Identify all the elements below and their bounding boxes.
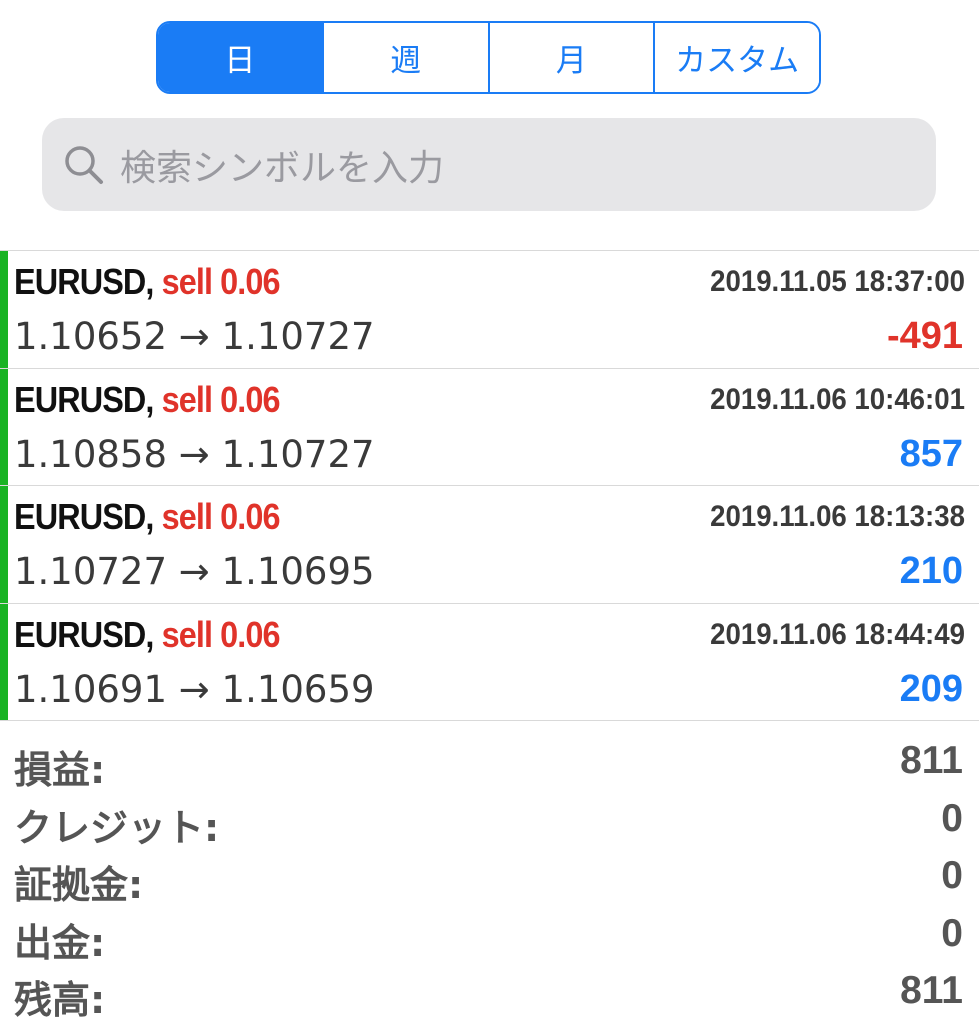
- trade-history-list: EURUSD, sell 0.06 2019.11.05 18:37:00 1.…: [0, 250, 979, 721]
- summary-row-credit: クレジット: 0: [0, 793, 979, 851]
- summary-value: 811: [900, 969, 963, 1012]
- trade-prices: 1.10858 → 1.10727: [14, 432, 375, 476]
- summary-label: 損益:: [14, 748, 106, 792]
- summary-label: 残高:: [14, 978, 106, 1022]
- position-indicator-bar: [0, 368, 8, 485]
- summary-row-withdrawal: 出金: 0: [0, 908, 979, 966]
- summary-label: 証拠金:: [14, 863, 144, 907]
- summary-row-balance: 残高: 811: [0, 965, 979, 1023]
- trade-row[interactable]: EURUSD, sell 0.06 2019.11.06 10:46:01 1.…: [0, 368, 979, 486]
- summary-label: 出金:: [14, 920, 106, 965]
- trade-row[interactable]: EURUSD, sell 0.06 2019.11.05 18:37:00 1.…: [0, 251, 979, 369]
- trade-prices: 1.10691 → 1.10659: [14, 667, 375, 711]
- trade-header: EURUSD, sell 0.06: [14, 613, 281, 656]
- position-indicator-bar: [0, 486, 8, 603]
- symbol-search-input[interactable]: 検索シンボルを入力: [42, 118, 936, 211]
- trade-symbol: EURUSD,: [14, 613, 154, 655]
- trade-profit: 209: [899, 667, 963, 710]
- trade-side-volume: sell 0.06: [161, 496, 281, 537]
- trade-prices: 1.10652 → 1.10727: [14, 315, 375, 358]
- trade-profit: 210: [899, 550, 963, 592]
- trade-time: 2019.11.05 18:37:00: [710, 265, 965, 298]
- trade-time: 2019.11.06 18:44:49: [710, 617, 965, 651]
- summary-value: 0: [941, 911, 963, 955]
- search-icon: [62, 143, 106, 187]
- tab-custom[interactable]: カスタム: [653, 23, 819, 92]
- summary-label: クレジット:: [14, 805, 220, 850]
- summary-value: 0: [941, 796, 963, 840]
- summary-value: 0: [941, 854, 963, 897]
- trade-symbol: EURUSD,: [14, 496, 154, 537]
- position-indicator-bar: [0, 603, 8, 720]
- period-segmented-control: 日 週 月 カスタム: [156, 21, 821, 94]
- trade-time: 2019.11.06 10:46:01: [710, 382, 965, 416]
- trade-side-volume: sell 0.06: [161, 378, 281, 420]
- account-summary: 損益: 811 クレジット: 0 証拠金: 0 出金: 0 残高: 811: [0, 735, 979, 1023]
- trade-header: EURUSD, sell 0.06: [14, 378, 281, 421]
- trade-symbol: EURUSD,: [14, 378, 154, 420]
- search-placeholder: 検索シンボルを入力: [120, 147, 445, 189]
- tab-day[interactable]: 日: [158, 23, 322, 92]
- summary-row-profit: 損益: 811: [0, 735, 979, 793]
- trade-profit: 857: [899, 432, 963, 475]
- trade-header: EURUSD, sell 0.06: [14, 261, 281, 303]
- tab-month[interactable]: 月: [487, 23, 654, 92]
- summary-value: 811: [900, 739, 963, 782]
- position-indicator-bar: [0, 251, 8, 368]
- tab-week[interactable]: 週: [321, 23, 488, 92]
- trade-side-volume: sell 0.06: [161, 613, 281, 655]
- trade-symbol: EURUSD,: [14, 261, 154, 302]
- trade-time: 2019.11.06 18:13:38: [710, 500, 965, 533]
- trade-row[interactable]: EURUSD, sell 0.06 2019.11.06 18:13:38 1.…: [0, 486, 979, 604]
- trade-profit: -491: [886, 315, 963, 357]
- trade-prices: 1.10727 → 1.10695: [14, 550, 375, 593]
- trade-header: EURUSD, sell 0.06: [14, 496, 281, 538]
- trade-row[interactable]: EURUSD, sell 0.06 2019.11.06 18:44:49 1.…: [0, 603, 979, 721]
- summary-row-margin: 証拠金: 0: [0, 850, 979, 908]
- trade-side-volume: sell 0.06: [161, 261, 281, 302]
